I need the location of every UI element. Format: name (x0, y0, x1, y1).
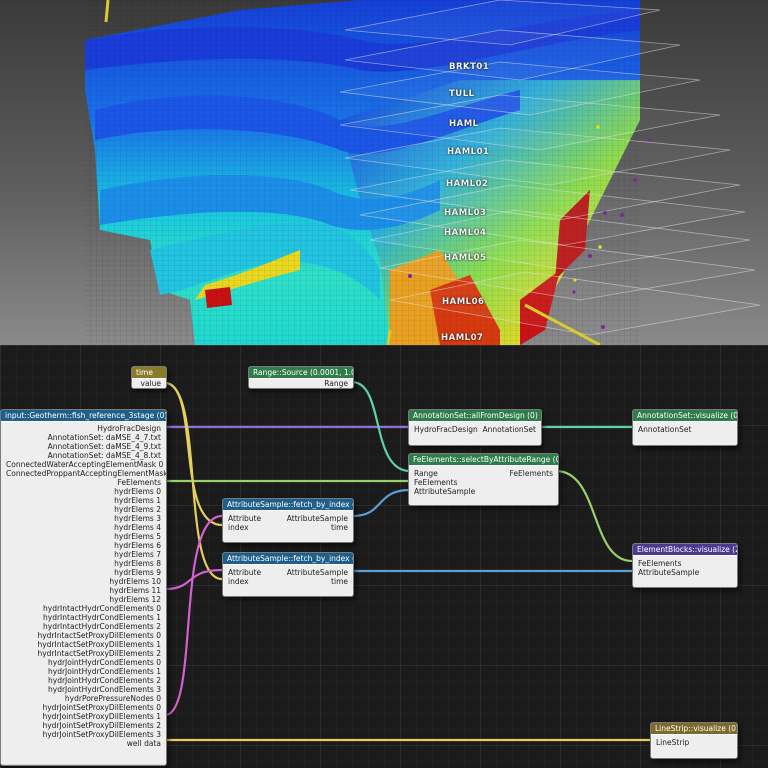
input-port-feelements[interactable]: FeElements (409, 478, 558, 487)
wire-time-index0[interactable] (163, 381, 224, 527)
output-port[interactable]: hydrElems 4 (1, 523, 166, 532)
input-port-attribute[interactable]: Attribute (228, 514, 261, 523)
node-title: input::Geotherm::fish_reference_3stage (… (1, 410, 166, 421)
horizon-label: HAML01 (447, 147, 490, 157)
input-port-attribute[interactable]: Attribute (228, 568, 261, 577)
output-port[interactable]: hydrPorePressureNodes 0 (1, 694, 166, 703)
input-port-index[interactable]: index (228, 577, 249, 586)
output-port[interactable]: ConnectedProppantAcceptingElementMask 0 (1, 469, 166, 478)
output-port[interactable]: AnnotationSet: daMSE_4_9.txt (1, 442, 166, 451)
port-list: HydroFracDesign AnnotationSet: daMSE_4_7.… (1, 421, 166, 764)
output-port-time[interactable]: time (331, 577, 348, 586)
node-graph-editor[interactable]: time value Range::Source (0.0001, 1.0) R… (0, 345, 768, 768)
node-title: time (132, 367, 166, 378)
input-port-annotationset[interactable]: AnnotationSet (633, 425, 737, 434)
horizon-label: HAML06 (442, 297, 485, 307)
output-port[interactable]: hydrElems 7 (1, 550, 166, 559)
node-attribute-fetch-1[interactable]: AttributeSample::fetch_by_index (1) Attr… (222, 552, 354, 597)
node-linestrip-visualize[interactable]: LineStrip::visualize (0) LineStrip (650, 722, 738, 759)
node-annotation-all-from-design[interactable]: AnnotationSet::allFromDesign (0) HydroFr… (408, 409, 542, 446)
output-port-value[interactable]: value (132, 378, 166, 388)
wire-attr0[interactable] (163, 514, 224, 717)
horizon-label: HAML05 (444, 253, 487, 263)
output-port[interactable]: hydrElems 3 (1, 514, 166, 523)
node-fe-select-by-attribute-range[interactable]: FeElements::selectByAttributeRange (0) R… (408, 453, 559, 506)
node-input-geotherm[interactable]: input::Geotherm::fish_reference_3stage (… (0, 409, 167, 766)
output-port[interactable]: hydrElems 8 (1, 559, 166, 568)
output-port[interactable]: hydrIntactHydrCondElements 1 (1, 613, 166, 622)
node-title: Range::Source (0.0001, 1.0) (249, 367, 353, 378)
horizon-label: TULL (449, 89, 475, 99)
output-port-range[interactable]: Range (249, 378, 353, 388)
horizon-label: HAML07 (441, 333, 484, 343)
output-port[interactable]: hydrElems 10 (1, 577, 166, 586)
input-port-index[interactable]: index (228, 523, 249, 532)
node-title: ElementBlocks::visualize (2) (633, 544, 737, 555)
output-port[interactable]: well data (1, 739, 166, 748)
reservoir-mesh-render (85, 0, 761, 345)
output-port[interactable]: hydrElems 9 (1, 568, 166, 577)
output-port[interactable]: hydrElems 0 (1, 487, 166, 496)
output-port[interactable]: hydrJointSetProxyDilElements 2 (1, 721, 166, 730)
output-port[interactable]: hydrJointSetProxyDilElements 0 (1, 703, 166, 712)
output-port[interactable]: hydrIntactSetProxyDilElements 0 (1, 631, 166, 640)
node-title: AnnotationSet::allFromDesign (0) (409, 410, 541, 421)
3d-viewport[interactable]: BRKT01 TULL HAML HAML01 HAML02 HAML03 HA… (0, 0, 768, 345)
input-port-range[interactable]: Range (414, 469, 438, 478)
output-port[interactable]: ConnectedWaterAcceptingElementMask 0 (1, 460, 166, 469)
input-port-attributesample[interactable]: AttributeSample (409, 487, 558, 496)
output-port[interactable]: hydrIntactHydrCondElements 2 (1, 622, 166, 631)
output-port-attributesample[interactable]: AttributeSample (287, 568, 348, 577)
node-title: LineStrip::visualize (0) (651, 723, 737, 734)
horizon-label: HAML04 (444, 228, 487, 238)
output-port[interactable]: hydrIntactSetProxyDilElements 2 (1, 649, 166, 658)
output-port-feelements[interactable]: FeElements (510, 469, 553, 478)
output-port[interactable]: AnnotationSet: daMSE_4_7.txt (1, 433, 166, 442)
output-port[interactable]: HydroFracDesign (1, 424, 166, 433)
output-port[interactable]: hydrJointHydrCondElements 2 (1, 676, 166, 685)
output-port[interactable]: hydrElems 5 (1, 532, 166, 541)
input-port-attributesample[interactable]: AttributeSample (633, 568, 737, 577)
wire-feelements-out[interactable] (554, 469, 634, 563)
node-range-source[interactable]: Range::Source (0.0001, 1.0) Range (248, 366, 354, 389)
node-attribute-fetch-0[interactable]: AttributeSample::fetch_by_index (0) Attr… (222, 498, 354, 543)
horizon-label: HAML (449, 119, 479, 129)
output-port[interactable]: hydrElems 12 (1, 595, 166, 604)
output-port[interactable]: hydrJointSetProxyDilElements 3 (1, 730, 166, 739)
node-title: AttributeSample::fetch_by_index (1) (223, 553, 353, 564)
horizon-label: BRKT01 (449, 62, 490, 72)
input-port-feelements[interactable]: FeElements (633, 559, 737, 568)
output-port[interactable]: AnnotationSet: daMSE_4_8.txt (1, 451, 166, 460)
output-port[interactable]: hydrJointSetProxyDilElements 1 (1, 712, 166, 721)
input-port-linestrip[interactable]: LineStrip (651, 738, 737, 747)
output-port[interactable]: hydrElems 6 (1, 541, 166, 550)
output-port[interactable]: hydrElems 1 (1, 496, 166, 505)
wire-attrsample0[interactable] (350, 488, 412, 518)
node-time[interactable]: time value (131, 366, 167, 389)
node-title: AnnotationSet::visualize (0) (633, 410, 737, 421)
input-port-hydrofracdesign[interactable]: HydroFracDesign (414, 425, 478, 434)
output-port[interactable]: hydrElems 2 (1, 505, 166, 514)
output-port[interactable]: hydrJointHydrCondElements 1 (1, 667, 166, 676)
node-title: AttributeSample::fetch_by_index (0) (223, 499, 353, 510)
output-port[interactable]: hydrElems 11 (1, 586, 166, 595)
node-annotation-visualize[interactable]: AnnotationSet::visualize (0) AnnotationS… (632, 409, 738, 446)
horizon-label: HAML02 (446, 179, 489, 189)
horizon-label: HAML03 (444, 208, 487, 218)
output-port-time[interactable]: time (331, 523, 348, 532)
output-port[interactable]: hydrJointHydrCondElements 0 (1, 658, 166, 667)
output-port-annotationset[interactable]: AnnotationSet (483, 425, 536, 434)
output-port[interactable]: FeElements (1, 478, 166, 487)
output-port[interactable]: hydrJointHydrCondElements 3 (1, 685, 166, 694)
node-element-blocks-visualize[interactable]: ElementBlocks::visualize (2) FeElements … (632, 543, 738, 588)
node-title: FeElements::selectByAttributeRange (0) (409, 454, 558, 465)
output-port-attributesample[interactable]: AttributeSample (287, 514, 348, 523)
output-port[interactable]: hydrIntactHydrCondElements 0 (1, 604, 166, 613)
output-port[interactable]: hydrIntactSetProxyDilElements 1 (1, 640, 166, 649)
